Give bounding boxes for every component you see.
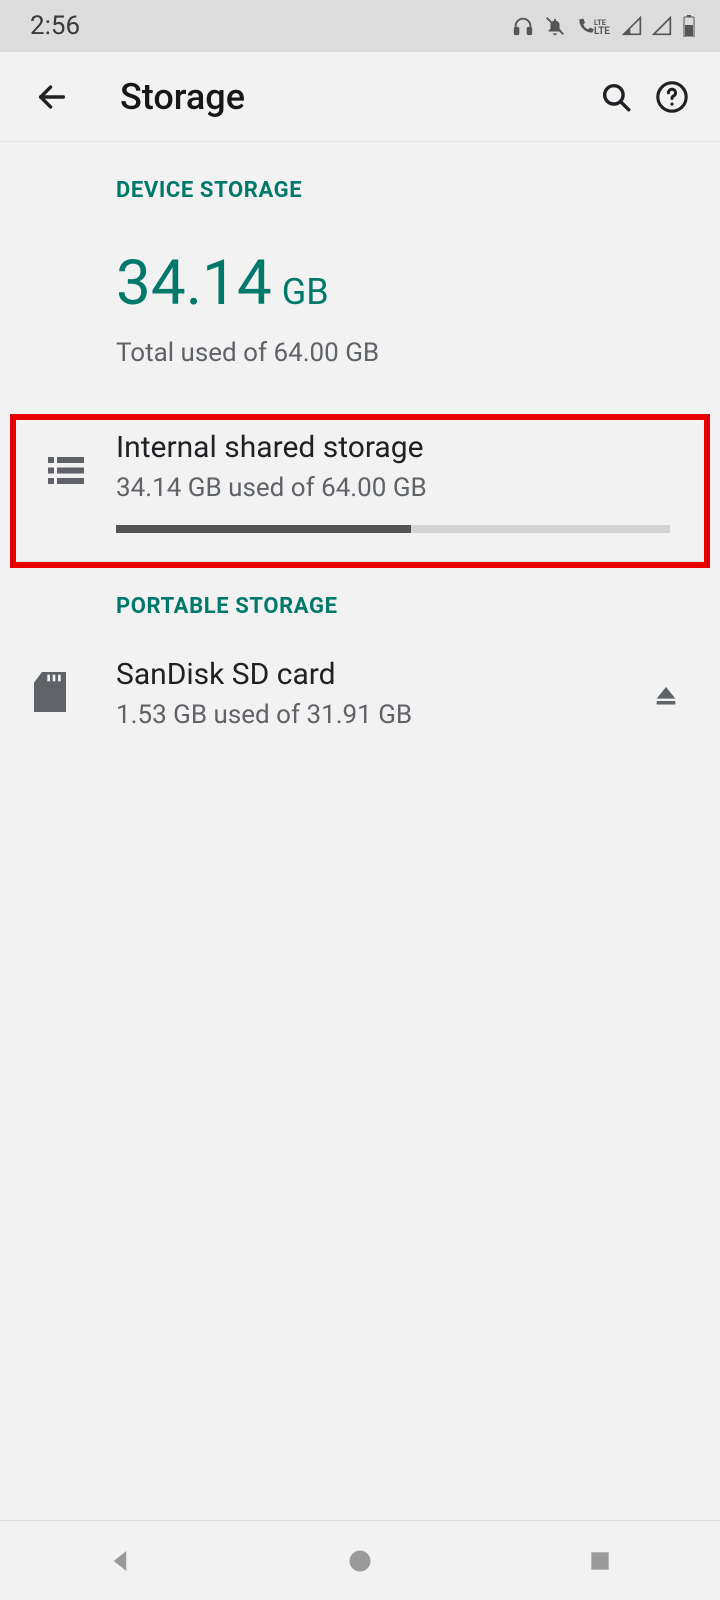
portable-storage-label: PORTABLE STORAGE: [0, 568, 720, 619]
eject-button[interactable]: [638, 666, 694, 722]
highlight-frame: Internal shared storage 34.14 GB used of…: [10, 414, 710, 568]
page-title: Storage: [120, 76, 588, 118]
signal-1-icon: [622, 16, 642, 36]
internal-storage-progress-fill: [116, 525, 411, 533]
svg-text:LTE: LTE: [594, 26, 610, 36]
back-button[interactable]: [24, 69, 80, 125]
signal-2-icon: [652, 16, 672, 36]
help-button[interactable]: [644, 69, 700, 125]
navigation-bar: [0, 1520, 720, 1600]
storage-icon: [48, 456, 84, 492]
status-icons: LTELTE: [512, 15, 696, 37]
sdcard-item[interactable]: SanDisk SD card 1.53 GB used of 31.91 GB: [0, 619, 720, 730]
sdcard-sub: 1.53 GB used of 31.91 GB: [116, 700, 638, 730]
internal-storage-item[interactable]: Internal shared storage 34.14 GB used of…: [16, 420, 704, 561]
internal-storage-title: Internal shared storage: [116, 430, 670, 465]
wifi-calling-icon: LTELTE: [576, 16, 612, 36]
search-button[interactable]: [588, 69, 644, 125]
divider: [16, 561, 704, 562]
sd-card-icon: [34, 672, 66, 716]
device-storage-label: DEVICE STORAGE: [0, 142, 720, 203]
storage-used: 34.14 GB: [116, 247, 720, 320]
storage-used-unit: GB: [282, 271, 329, 313]
storage-summary: 34.14 GB Total used of 64.00 GB: [0, 203, 720, 368]
nav-recent-button[interactable]: [540, 1531, 660, 1591]
status-bar: 2:56 LTELTE: [0, 0, 720, 52]
headphones-icon: [512, 15, 534, 37]
storage-used-value: 34.14: [116, 247, 272, 320]
battery-icon: [682, 15, 696, 37]
content: DEVICE STORAGE 34.14 GB Total used of 64…: [0, 142, 720, 730]
status-time: 2:56: [30, 11, 80, 41]
notifications-off-icon: [544, 15, 566, 37]
nav-home-button[interactable]: [300, 1531, 420, 1591]
internal-storage-progress: [116, 525, 670, 533]
storage-total-line: Total used of 64.00 GB: [116, 338, 720, 368]
sdcard-title: SanDisk SD card: [116, 657, 638, 692]
nav-back-button[interactable]: [60, 1531, 180, 1591]
app-bar: Storage: [0, 52, 720, 142]
internal-storage-sub: 34.14 GB used of 64.00 GB: [116, 473, 670, 503]
